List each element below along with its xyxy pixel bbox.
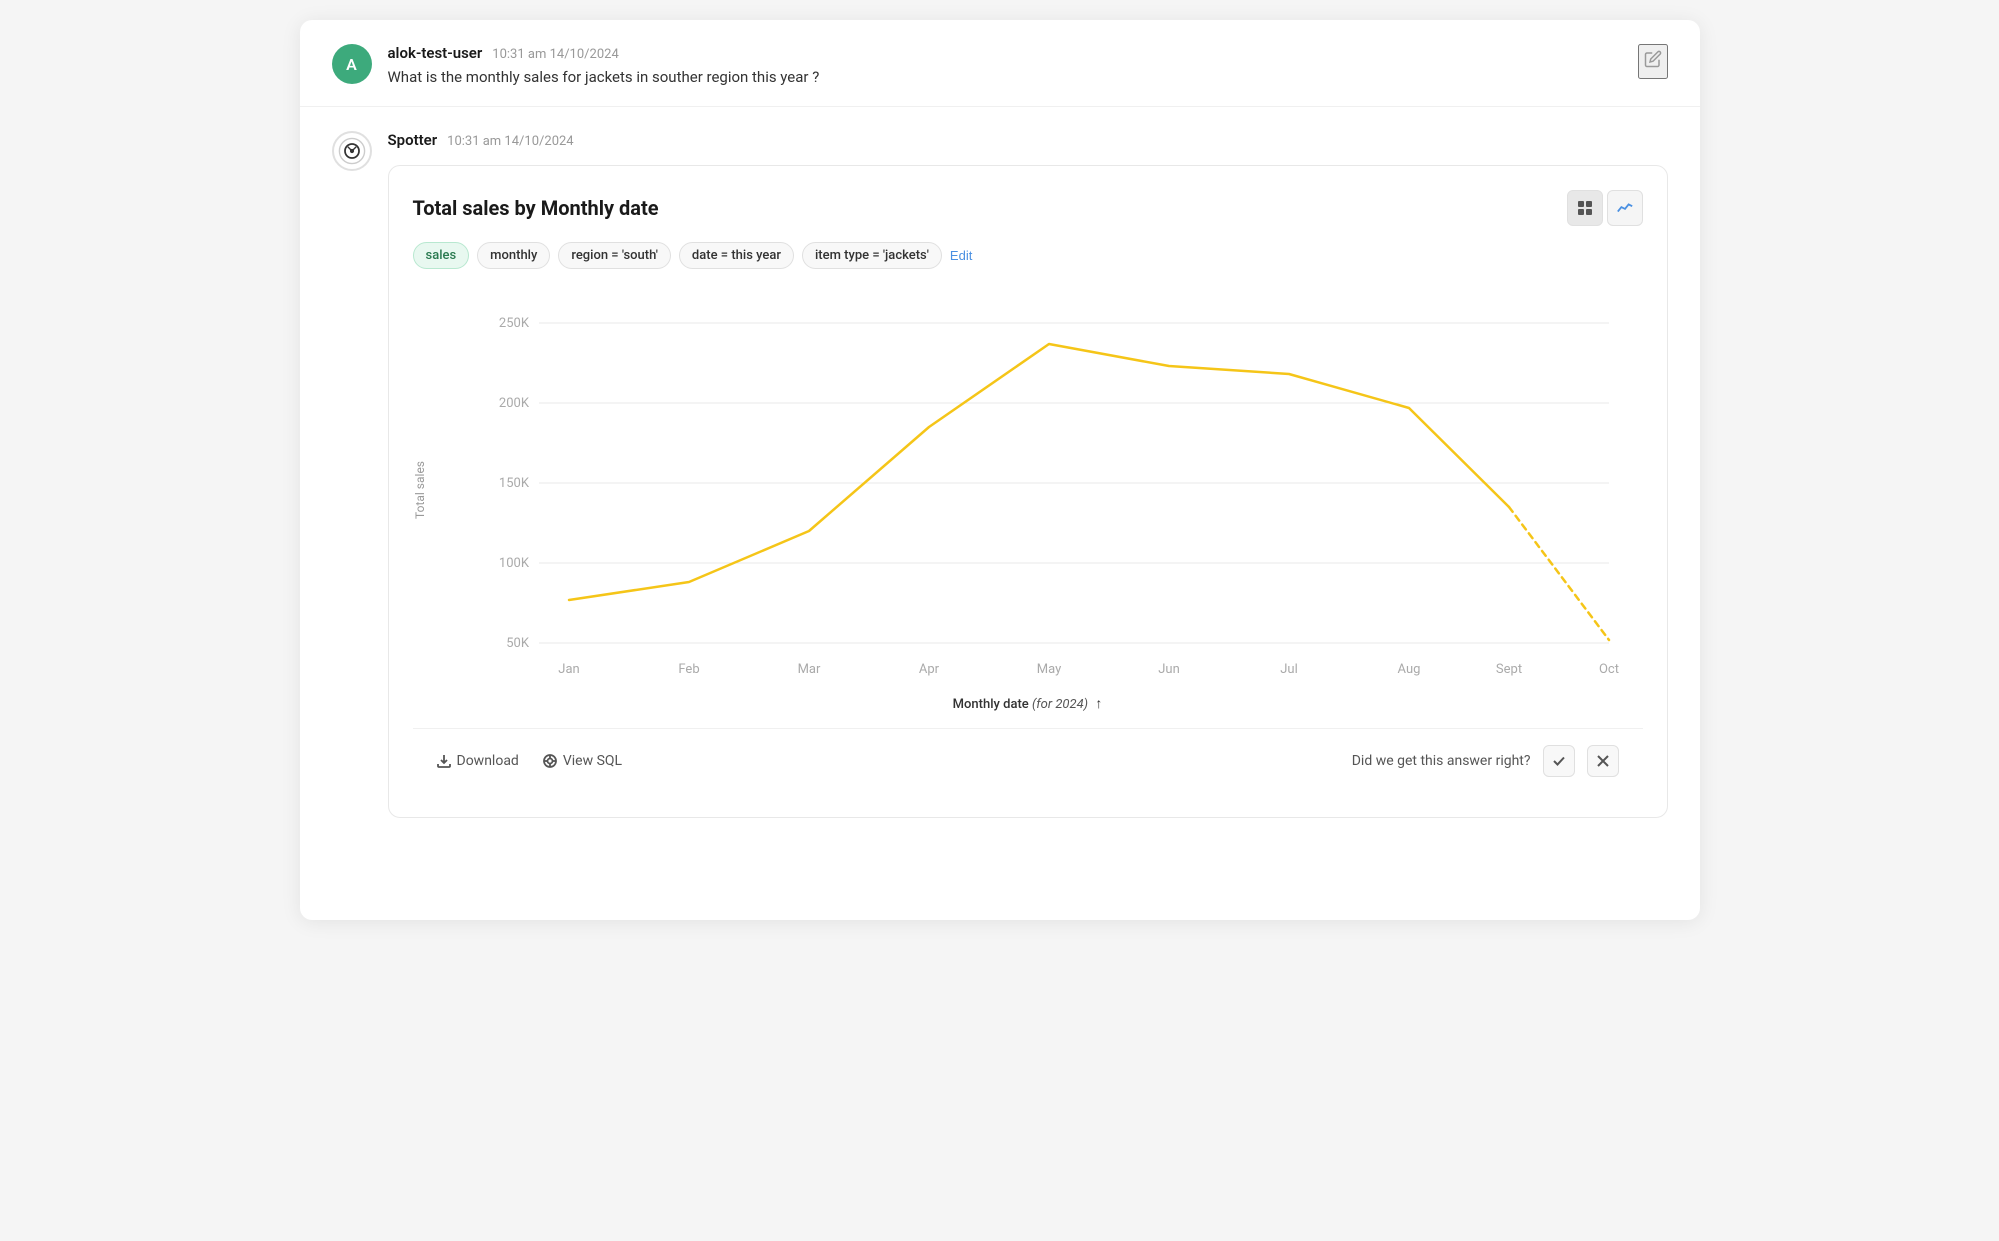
user-header: alok-test-user 10:31 am 14/10/2024 xyxy=(388,44,1622,62)
x-axis-label: Monthly date (for 2024) ↑ xyxy=(413,695,1643,712)
sort-icon: ↑ xyxy=(1095,696,1102,712)
user-name: alok-test-user xyxy=(388,44,483,62)
svg-text:250K: 250K xyxy=(498,316,529,331)
svg-text:Aug: Aug xyxy=(1397,662,1420,677)
tag-item-type[interactable]: item type = 'jackets' xyxy=(802,242,942,269)
y-axis-label-container: Total sales xyxy=(413,293,427,687)
feedback-yes-button[interactable] xyxy=(1543,745,1575,777)
tag-region[interactable]: region = 'south' xyxy=(558,242,671,269)
chart-view-button[interactable] xyxy=(1607,190,1643,226)
chart-card: Total sales by Monthly date xyxy=(388,165,1668,818)
svg-text:May: May xyxy=(1036,662,1060,677)
y-axis-label: Total sales xyxy=(413,461,427,519)
spotter-timestamp: 10:31 am 14/10/2024 xyxy=(447,134,573,149)
svg-text:100K: 100K xyxy=(498,556,529,571)
svg-text:Jul: Jul xyxy=(1280,662,1298,677)
svg-text:Jan: Jan xyxy=(558,662,579,677)
tag-monthly[interactable]: monthly xyxy=(477,242,550,269)
spotter-header: Spotter 10:31 am 14/10/2024 xyxy=(388,131,1668,149)
edit-filters-button[interactable]: Edit xyxy=(950,248,972,263)
chart-title: Total sales by Monthly date xyxy=(413,196,659,220)
filter-tags: sales monthly region = 'south' date = th… xyxy=(413,242,1643,269)
table-view-button[interactable] xyxy=(1567,190,1603,226)
view-sql-label: View SQL xyxy=(563,753,622,769)
svg-text:150K: 150K xyxy=(498,476,529,491)
footer-right: Did we get this answer right? xyxy=(1352,745,1619,777)
svg-text:Feb: Feb xyxy=(678,662,699,677)
chart-svg-container: 50K 100K 150K 200K 250K Jan Feb Mar Apr … xyxy=(435,293,1643,687)
spotter-avatar xyxy=(332,131,372,171)
view-toggle xyxy=(1567,190,1643,226)
svg-text:Mar: Mar xyxy=(797,662,820,677)
tag-sales[interactable]: sales xyxy=(413,242,470,269)
svg-text:Oct: Oct xyxy=(1598,662,1618,677)
spotter-content: Spotter 10:31 am 14/10/2024 Total sales … xyxy=(388,131,1668,818)
svg-text:Jun: Jun xyxy=(1158,662,1180,677)
feedback-no-button[interactable] xyxy=(1587,745,1619,777)
svg-text:Apr: Apr xyxy=(918,662,939,677)
main-container: A alok-test-user 10:31 am 14/10/2024 Wha… xyxy=(300,20,1700,920)
edit-button[interactable] xyxy=(1638,44,1668,79)
footer-left: Download View SQL xyxy=(437,753,623,769)
feedback-question: Did we get this answer right? xyxy=(1352,753,1531,769)
chart-card-header: Total sales by Monthly date xyxy=(413,190,1643,226)
svg-text:Sept: Sept xyxy=(1495,662,1521,677)
user-question: What is the monthly sales for jackets in… xyxy=(388,68,1622,86)
download-label: Download xyxy=(457,753,519,769)
card-footer: Download View SQL xyxy=(413,728,1643,793)
user-avatar: A xyxy=(332,44,372,84)
download-button[interactable]: Download xyxy=(437,753,519,769)
user-message: A alok-test-user 10:31 am 14/10/2024 Wha… xyxy=(300,20,1700,107)
svg-text:200K: 200K xyxy=(498,396,529,411)
chart-svg: 50K 100K 150K 200K 250K Jan Feb Mar Apr … xyxy=(435,293,1643,683)
chart-wrapper: Total sales xyxy=(413,293,1643,687)
spotter-section: Spotter 10:31 am 14/10/2024 Total sales … xyxy=(300,107,1700,818)
spotter-name: Spotter xyxy=(388,131,438,149)
tag-date[interactable]: date = this year xyxy=(679,242,794,269)
user-content: alok-test-user 10:31 am 14/10/2024 What … xyxy=(388,44,1622,86)
svg-text:50K: 50K xyxy=(506,636,530,651)
view-sql-button[interactable]: View SQL xyxy=(543,753,622,769)
user-timestamp: 10:31 am 14/10/2024 xyxy=(492,47,618,62)
